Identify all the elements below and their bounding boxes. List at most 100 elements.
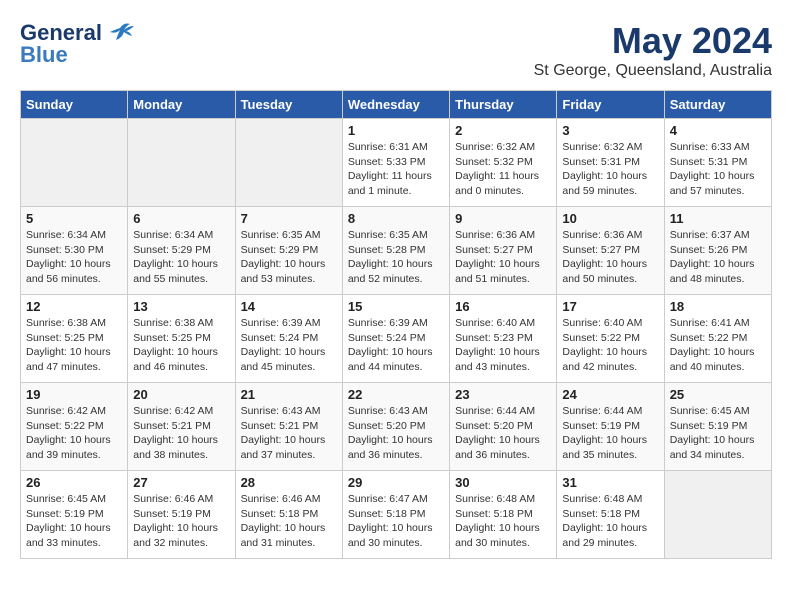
day-number: 25 [670, 387, 766, 402]
calendar-cell [664, 471, 771, 559]
day-number: 6 [133, 211, 229, 226]
day-number: 23 [455, 387, 551, 402]
day-number: 10 [562, 211, 658, 226]
day-number: 3 [562, 123, 658, 138]
calendar-cell: 9Sunrise: 6:36 AMSunset: 5:27 PMDaylight… [450, 207, 557, 295]
calendar-table: SundayMondayTuesdayWednesdayThursdayFrid… [20, 90, 772, 559]
calendar-cell: 24 Sunrise: 6:44 AMSunset: 5:19 PMDayligh… [557, 383, 664, 471]
day-number: 12 [26, 299, 122, 314]
day-number: 8 [348, 211, 444, 226]
calendar-cell: 28 Sunrise: 6:46 AMSunset: 5:18 PMDayligh… [235, 471, 342, 559]
calendar-cell [235, 119, 342, 207]
day-number: 16 [455, 299, 551, 314]
calendar-cell: 5 Sunrise: 6:34 AMSunset: 5:30 PMDaylight… [21, 207, 128, 295]
calendar-cell: 17Sunrise: 6:40 AMSunset: 5:22 PMDayligh… [557, 295, 664, 383]
day-info: Sunrise: 6:44 AMSunset: 5:19 PMDaylight:… [562, 404, 658, 463]
day-info: Sunrise: 6:32 AMSunset: 5:32 PMDaylight:… [455, 140, 551, 199]
day-number: 15 [348, 299, 444, 314]
day-info: Sunrise: 6:38 AMSunset: 5:25 PMDaylight:… [133, 316, 229, 375]
day-info: Sunrise: 6:45 AMSunset: 5:19 PMDaylight:… [26, 492, 122, 551]
day-number: 5 [26, 211, 122, 226]
day-info: Sunrise: 6:32 AMSunset: 5:31 PMDaylight:… [562, 140, 658, 199]
calendar-cell: 8 Sunrise: 6:35 AMSunset: 5:28 PMDaylight… [342, 207, 449, 295]
day-info: Sunrise: 6:40 AMSunset: 5:22 PMDaylight:… [562, 316, 658, 375]
calendar-cell: 1Sunrise: 6:31 AMSunset: 5:33 PMDaylight… [342, 119, 449, 207]
day-info: Sunrise: 6:37 AMSunset: 5:26 PMDaylight:… [670, 228, 766, 287]
calendar-cell: 6 Sunrise: 6:34 AMSunset: 5:29 PMDaylight… [128, 207, 235, 295]
calendar-cell: 19 Sunrise: 6:42 AMSunset: 5:22 PMDayligh… [21, 383, 128, 471]
day-number: 13 [133, 299, 229, 314]
calendar-cell [128, 119, 235, 207]
weekday-header-wednesday: Wednesday [342, 91, 449, 119]
calendar-cell: 15Sunrise: 6:39 AMSunset: 5:24 PMDayligh… [342, 295, 449, 383]
day-info: Sunrise: 6:34 AMSunset: 5:30 PMDaylight:… [26, 228, 122, 287]
day-number: 21 [241, 387, 337, 402]
day-info: Sunrise: 6:40 AMSunset: 5:23 PMDaylight:… [455, 316, 551, 375]
calendar-cell: 10 Sunrise: 6:36 AMSunset: 5:27 PMDayligh… [557, 207, 664, 295]
calendar-week-row: 5 Sunrise: 6:34 AMSunset: 5:30 PMDaylight… [21, 207, 772, 295]
day-number: 2 [455, 123, 551, 138]
calendar-week-row: 19 Sunrise: 6:42 AMSunset: 5:22 PMDayligh… [21, 383, 772, 471]
calendar-cell: 12Sunrise: 6:38 AMSunset: 5:25 PMDayligh… [21, 295, 128, 383]
calendar-week-row: 26 Sunrise: 6:45 AMSunset: 5:19 PMDayligh… [21, 471, 772, 559]
calendar-cell [21, 119, 128, 207]
day-info: Sunrise: 6:42 AMSunset: 5:22 PMDaylight:… [26, 404, 122, 463]
weekday-header-saturday: Saturday [664, 91, 771, 119]
day-info: Sunrise: 6:31 AMSunset: 5:33 PMDaylight:… [348, 140, 444, 199]
calendar-cell: 2 Sunrise: 6:32 AMSunset: 5:32 PMDaylight… [450, 119, 557, 207]
day-info: Sunrise: 6:43 AMSunset: 5:20 PMDaylight:… [348, 404, 444, 463]
day-info: Sunrise: 6:42 AMSunset: 5:21 PMDaylight:… [133, 404, 229, 463]
calendar-cell: 29 Sunrise: 6:47 AMSunset: 5:18 PMDayligh… [342, 471, 449, 559]
day-number: 4 [670, 123, 766, 138]
calendar-cell: 25 Sunrise: 6:45 AMSunset: 5:19 PMDayligh… [664, 383, 771, 471]
day-number: 28 [241, 475, 337, 490]
day-info: Sunrise: 6:47 AMSunset: 5:18 PMDaylight:… [348, 492, 444, 551]
title-block: May 2024 St George, Queensland, Australi… [534, 20, 772, 80]
day-number: 26 [26, 475, 122, 490]
day-number: 9 [455, 211, 551, 226]
calendar-cell: 16 Sunrise: 6:40 AMSunset: 5:23 PMDayligh… [450, 295, 557, 383]
weekday-header-monday: Monday [128, 91, 235, 119]
day-info: Sunrise: 6:46 AMSunset: 5:19 PMDaylight:… [133, 492, 229, 551]
day-number: 30 [455, 475, 551, 490]
day-number: 18 [670, 299, 766, 314]
weekday-header-row: SundayMondayTuesdayWednesdayThursdayFrid… [21, 91, 772, 119]
day-info: Sunrise: 6:36 AMSunset: 5:27 PMDaylight:… [562, 228, 658, 287]
calendar-cell: 31 Sunrise: 6:48 AMSunset: 5:18 PMDayligh… [557, 471, 664, 559]
day-number: 22 [348, 387, 444, 402]
calendar-cell: 11Sunrise: 6:37 AMSunset: 5:26 PMDayligh… [664, 207, 771, 295]
day-info: Sunrise: 6:45 AMSunset: 5:19 PMDaylight:… [670, 404, 766, 463]
day-info: Sunrise: 6:34 AMSunset: 5:29 PMDaylight:… [133, 228, 229, 287]
calendar-cell: 27 Sunrise: 6:46 AMSunset: 5:19 PMDayligh… [128, 471, 235, 559]
day-number: 19 [26, 387, 122, 402]
month-title: May 2024 [534, 20, 772, 62]
calendar-cell: 13 Sunrise: 6:38 AMSunset: 5:25 PMDayligh… [128, 295, 235, 383]
day-info: Sunrise: 6:46 AMSunset: 5:18 PMDaylight:… [241, 492, 337, 551]
day-info: Sunrise: 6:35 AMSunset: 5:29 PMDaylight:… [241, 228, 337, 287]
day-info: Sunrise: 6:43 AMSunset: 5:21 PMDaylight:… [241, 404, 337, 463]
calendar-week-row: 1Sunrise: 6:31 AMSunset: 5:33 PMDaylight… [21, 119, 772, 207]
calendar-cell: 20 Sunrise: 6:42 AMSunset: 5:21 PMDayligh… [128, 383, 235, 471]
day-number: 29 [348, 475, 444, 490]
day-info: Sunrise: 6:35 AMSunset: 5:28 PMDaylight:… [348, 228, 444, 287]
calendar-cell: 30Sunrise: 6:48 AMSunset: 5:18 PMDayligh… [450, 471, 557, 559]
calendar-cell: 4 Sunrise: 6:33 AMSunset: 5:31 PMDaylight… [664, 119, 771, 207]
day-info: Sunrise: 6:39 AMSunset: 5:24 PMDaylight:… [241, 316, 337, 375]
calendar-cell: 7Sunrise: 6:35 AMSunset: 5:29 PMDaylight… [235, 207, 342, 295]
page-header: General Blue May 2024 St George, Queensl… [20, 20, 772, 80]
day-info: Sunrise: 6:48 AMSunset: 5:18 PMDaylight:… [562, 492, 658, 551]
calendar-cell: 23Sunrise: 6:44 AMSunset: 5:20 PMDayligh… [450, 383, 557, 471]
calendar-cell: 21 Sunrise: 6:43 AMSunset: 5:21 PMDayligh… [235, 383, 342, 471]
logo-blue: Blue [20, 42, 68, 68]
calendar-cell: 26 Sunrise: 6:45 AMSunset: 5:19 PMDayligh… [21, 471, 128, 559]
logo: General Blue [20, 20, 134, 68]
day-number: 24 [562, 387, 658, 402]
day-number: 14 [241, 299, 337, 314]
day-info: Sunrise: 6:41 AMSunset: 5:22 PMDaylight:… [670, 316, 766, 375]
day-number: 31 [562, 475, 658, 490]
calendar-cell: 22 Sunrise: 6:43 AMSunset: 5:20 PMDayligh… [342, 383, 449, 471]
day-info: Sunrise: 6:33 AMSunset: 5:31 PMDaylight:… [670, 140, 766, 199]
day-number: 27 [133, 475, 229, 490]
location-title: St George, Queensland, Australia [534, 62, 772, 80]
day-number: 20 [133, 387, 229, 402]
